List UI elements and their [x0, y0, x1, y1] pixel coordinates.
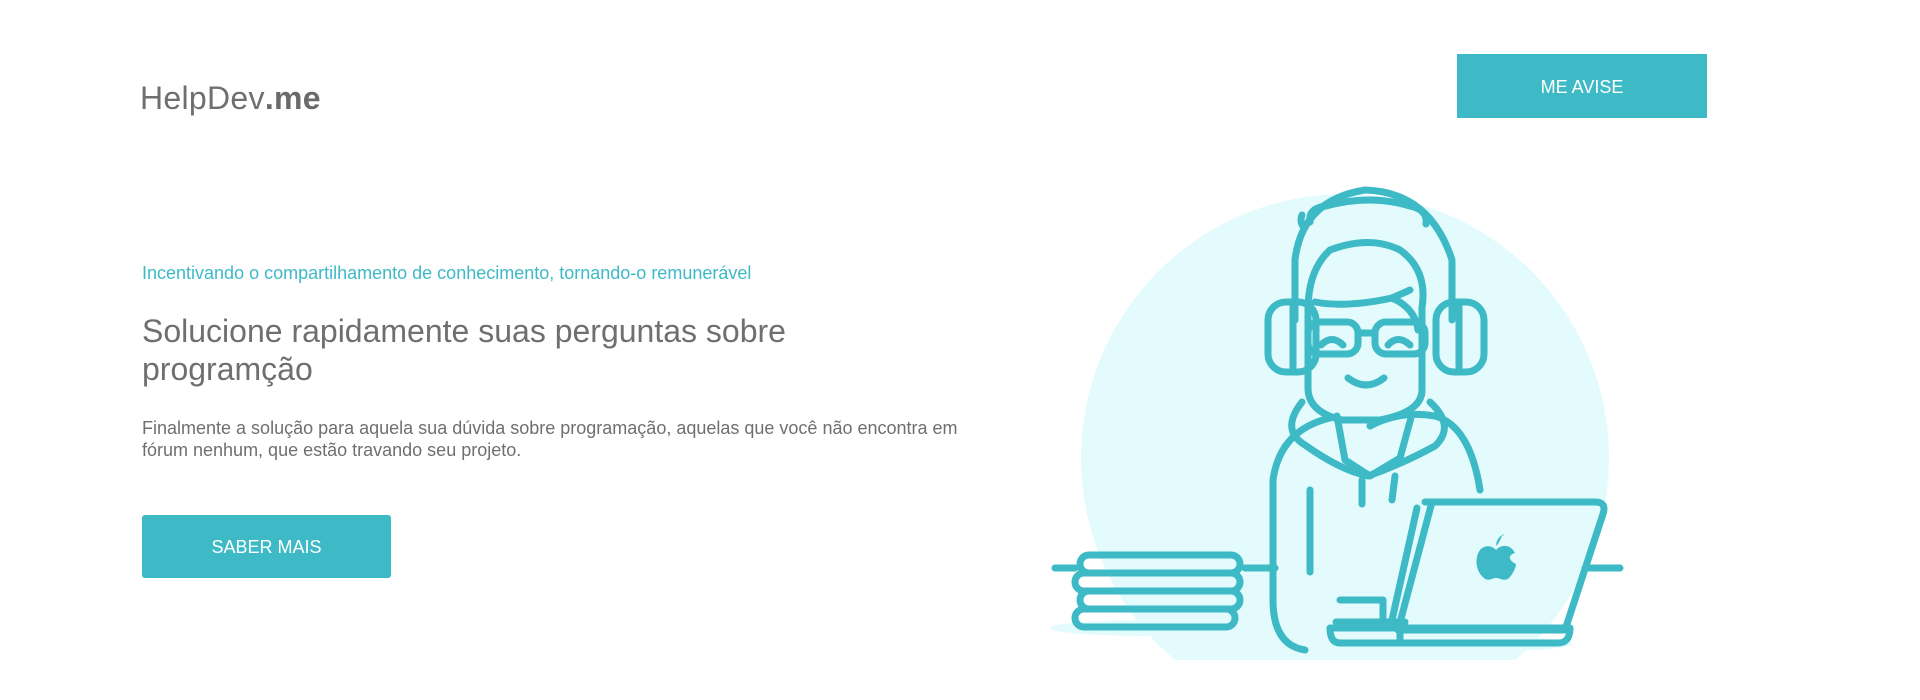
- logo[interactable]: HelpDev.me: [140, 78, 321, 118]
- landing-page: HelpDev.me ME AVISE Incentivando o compa…: [0, 0, 1920, 700]
- logo-text: HelpDev: [140, 80, 265, 116]
- notify-me-button[interactable]: ME AVISE: [1457, 54, 1707, 118]
- logo-suffix: .me: [264, 80, 321, 116]
- hero-headline: Solucione rapidamente suas perguntas sob…: [142, 313, 786, 387]
- learn-more-button[interactable]: SABER MAIS: [142, 515, 391, 578]
- hero-description: Finalmente a solução para aquela sua dúv…: [142, 418, 958, 460]
- developer-illustration: [1050, 186, 1624, 660]
- hero-tagline: Incentivando o compartilhamento de conhe…: [142, 263, 752, 283]
